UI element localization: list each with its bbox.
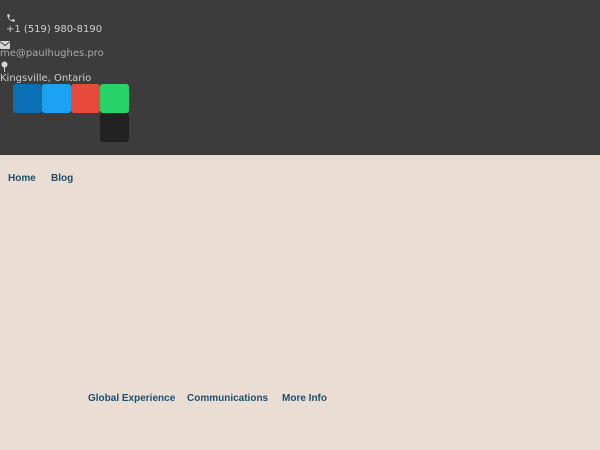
global-experience-link[interactable]: Global Experience: [88, 393, 175, 404]
phone-number[interactable]: +1 (519) 980-8190: [6, 24, 102, 35]
google-plus-button[interactable]: [71, 84, 100, 113]
chat-button[interactable]: [100, 84, 129, 113]
nav-blog-link[interactable]: Blog: [51, 173, 73, 184]
twitter-button[interactable]: [42, 84, 71, 113]
github-button[interactable]: [100, 113, 129, 142]
nav-home-link[interactable]: Home: [8, 173, 36, 184]
email-address[interactable]: me@paulhughes.pro: [0, 48, 104, 59]
linkedin-button[interactable]: [13, 84, 42, 113]
contact-header: +1 (519) 980-8190 me@paulhughes.pro King…: [0, 0, 600, 155]
more-info-link[interactable]: More Info: [282, 393, 327, 404]
location-text: Kingsville, Ontario: [0, 73, 92, 84]
communications-link[interactable]: Communications: [187, 393, 268, 404]
